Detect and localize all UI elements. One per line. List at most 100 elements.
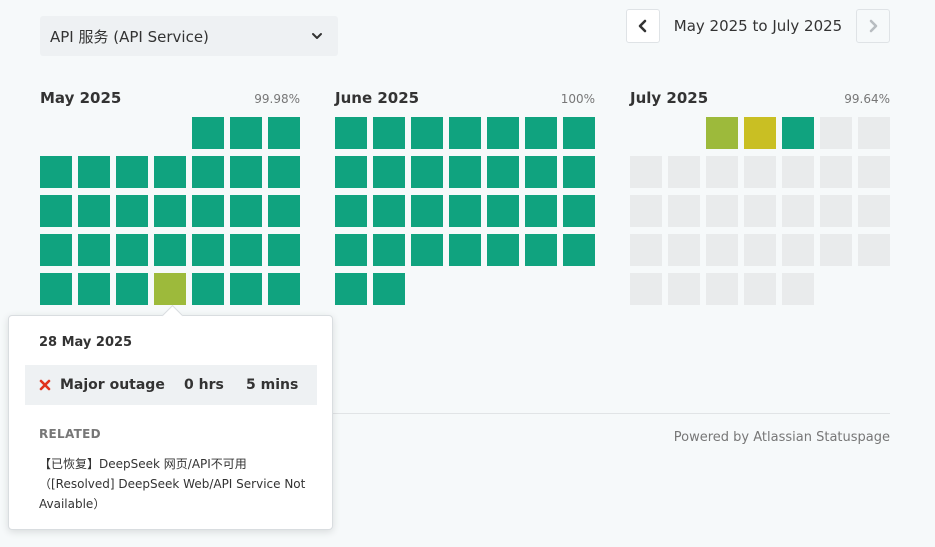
day-cell[interactable] — [563, 234, 595, 266]
day-cell[interactable] — [154, 195, 186, 227]
outage-type: Major outage — [60, 377, 165, 393]
day-cell[interactable] — [268, 195, 300, 227]
day-cell[interactable] — [116, 156, 148, 188]
day-cell[interactable] — [373, 273, 405, 305]
day-cell — [668, 234, 700, 266]
chevron-down-icon — [312, 33, 322, 39]
related-incident-link[interactable]: 【已恢复】DeepSeek 网页/API不可用（[Resolved] DeepS… — [39, 454, 309, 514]
day-cell[interactable] — [154, 234, 186, 266]
day-cell[interactable] — [525, 156, 557, 188]
day-cell — [744, 234, 776, 266]
day-cell[interactable] — [230, 234, 262, 266]
outage-hours: 0 hrs — [184, 377, 224, 393]
day-cell[interactable] — [154, 273, 186, 305]
outage-row: Major outage 0 hrs 5 mins — [25, 365, 317, 405]
day-cell[interactable] — [230, 273, 262, 305]
footer-divider — [330, 413, 890, 414]
tooltip-date: 28 May 2025 — [39, 335, 133, 350]
day-cell[interactable] — [373, 156, 405, 188]
day-spacer — [630, 117, 662, 149]
day-cell[interactable] — [487, 156, 519, 188]
day-cell[interactable] — [706, 117, 738, 149]
day-cell[interactable] — [40, 156, 72, 188]
day-cell[interactable] — [449, 156, 481, 188]
day-cell[interactable] — [192, 195, 224, 227]
day-cell[interactable] — [78, 234, 110, 266]
day-cell[interactable] — [373, 117, 405, 149]
day-cell[interactable] — [116, 234, 148, 266]
day-cell — [706, 273, 738, 305]
day-cell[interactable] — [40, 195, 72, 227]
day-cell[interactable] — [744, 117, 776, 149]
day-spacer — [668, 117, 700, 149]
day-cell[interactable] — [40, 234, 72, 266]
day-cell[interactable] — [268, 117, 300, 149]
day-cell[interactable] — [411, 234, 443, 266]
day-spacer — [78, 117, 110, 149]
day-cell — [820, 117, 852, 149]
day-cell[interactable] — [192, 117, 224, 149]
day-cell[interactable] — [116, 273, 148, 305]
day-cell[interactable] — [192, 273, 224, 305]
day-cell[interactable] — [335, 273, 367, 305]
day-cell[interactable] — [411, 117, 443, 149]
day-cell[interactable] — [268, 156, 300, 188]
month-uptime: 99.98% — [254, 92, 300, 106]
outage-minutes: 5 mins — [246, 377, 299, 393]
day-cell[interactable] — [78, 156, 110, 188]
close-x-icon — [39, 379, 51, 391]
previous-period-button[interactable] — [626, 9, 660, 43]
day-cell[interactable] — [525, 195, 557, 227]
day-cell — [630, 195, 662, 227]
month-title: July 2025 — [630, 89, 709, 107]
day-cell[interactable] — [154, 156, 186, 188]
day-cell[interactable] — [78, 273, 110, 305]
day-cell[interactable] — [449, 117, 481, 149]
day-cell[interactable] — [563, 195, 595, 227]
day-cell[interactable] — [335, 195, 367, 227]
day-cell[interactable] — [268, 234, 300, 266]
day-cell[interactable] — [40, 273, 72, 305]
day-cell[interactable] — [335, 117, 367, 149]
chevron-left-icon — [638, 19, 647, 33]
day-cell — [858, 195, 890, 227]
day-cell[interactable] — [411, 156, 443, 188]
day-cell[interactable] — [373, 195, 405, 227]
powered-by-link[interactable]: Powered by Atlassian Statuspage — [674, 430, 890, 445]
day-spacer — [154, 117, 186, 149]
day-cell[interactable] — [335, 156, 367, 188]
day-cell[interactable] — [525, 117, 557, 149]
day-cell — [668, 156, 700, 188]
day-cell[interactable] — [449, 234, 481, 266]
day-grid — [40, 117, 300, 305]
day-cell[interactable] — [487, 195, 519, 227]
day-cell — [858, 156, 890, 188]
day-cell[interactable] — [230, 117, 262, 149]
day-cell[interactable] — [335, 234, 367, 266]
day-cell[interactable] — [782, 117, 814, 149]
day-cell[interactable] — [525, 234, 557, 266]
day-cell[interactable] — [487, 117, 519, 149]
day-cell[interactable] — [192, 234, 224, 266]
chevron-right-icon — [869, 19, 878, 33]
day-cell[interactable] — [411, 195, 443, 227]
day-cell[interactable] — [449, 195, 481, 227]
next-period-button[interactable] — [856, 9, 890, 43]
day-cell[interactable] — [563, 117, 595, 149]
day-cell[interactable] — [192, 156, 224, 188]
day-cell[interactable] — [230, 195, 262, 227]
day-cell — [858, 234, 890, 266]
day-cell — [744, 273, 776, 305]
day-cell[interactable] — [487, 234, 519, 266]
day-cell[interactable] — [373, 234, 405, 266]
day-cell[interactable] — [563, 156, 595, 188]
day-spacer — [116, 117, 148, 149]
day-cell[interactable] — [230, 156, 262, 188]
day-cell[interactable] — [116, 195, 148, 227]
service-select-dropdown[interactable]: API 服务 (API Service) — [40, 16, 338, 56]
day-cell — [706, 156, 738, 188]
day-cell[interactable] — [268, 273, 300, 305]
month-title: May 2025 — [40, 89, 122, 107]
day-cell[interactable] — [78, 195, 110, 227]
month-june-2025: June 2025 100% — [335, 89, 595, 305]
